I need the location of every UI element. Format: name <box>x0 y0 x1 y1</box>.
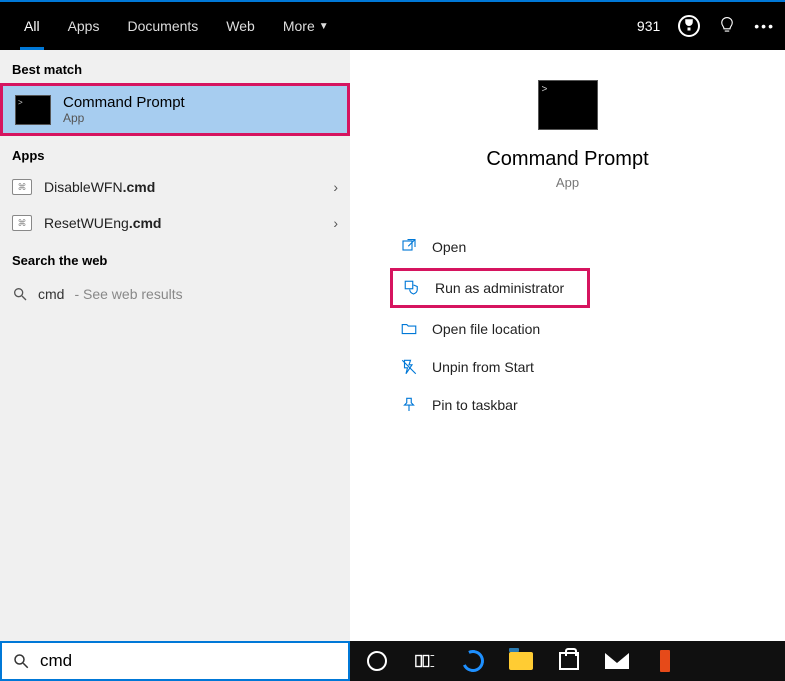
cortana-icon[interactable] <box>364 648 390 674</box>
admin-shield-icon <box>403 279 421 297</box>
open-icon <box>400 238 418 256</box>
feedback-icon[interactable] <box>718 16 736 37</box>
action-label: Open <box>432 239 466 255</box>
preview-subtitle: App <box>556 175 579 190</box>
pin-icon <box>400 396 418 414</box>
chevron-down-icon: ▼ <box>319 21 329 32</box>
section-search-web: Search the web <box>0 241 350 274</box>
app-result-name: DisableWFN.cmd <box>44 179 155 195</box>
preview-actions: Open Run as administrator Open file loca… <box>350 230 785 422</box>
unpin-icon <box>400 358 418 376</box>
results-pane: Best match Command Prompt App Apps ⌘ Dis… <box>0 50 350 641</box>
search-icon <box>12 652 30 670</box>
action-label: Pin to taskbar <box>432 397 518 413</box>
action-run-as-admin[interactable]: Run as administrator <box>390 268 590 308</box>
app-result-1[interactable]: ⌘ ResetWUEng.cmd › <box>0 205 350 241</box>
tab-more[interactable]: More ▼ <box>269 2 343 50</box>
command-prompt-icon <box>15 95 51 125</box>
action-unpin-start[interactable]: Unpin from Start <box>390 350 785 384</box>
folder-icon <box>400 320 418 338</box>
web-search-result[interactable]: cmd - See web results <box>0 274 350 314</box>
tab-web[interactable]: Web <box>212 2 269 50</box>
top-filter-bar: All Apps Documents Web More ▼ 931 ••• <box>0 0 785 50</box>
search-input[interactable] <box>40 651 338 671</box>
app-result-0[interactable]: ⌘ DisableWFN.cmd › <box>0 169 350 205</box>
best-match-title: Command Prompt <box>63 94 185 111</box>
more-options-icon[interactable]: ••• <box>754 18 775 34</box>
search-box[interactable] <box>0 641 350 681</box>
action-pin-taskbar[interactable]: Pin to taskbar <box>390 388 785 422</box>
tab-more-label: More <box>283 18 315 34</box>
action-label: Unpin from Start <box>432 359 534 375</box>
action-open[interactable]: Open <box>390 230 785 264</box>
mail-icon[interactable] <box>604 648 630 674</box>
tab-all[interactable]: All <box>10 2 54 50</box>
section-apps: Apps <box>0 136 350 169</box>
chevron-right-icon[interactable]: › <box>333 215 338 231</box>
action-label: Open file location <box>432 321 540 337</box>
chevron-right-icon[interactable]: › <box>333 179 338 195</box>
file-explorer-icon[interactable] <box>508 648 534 674</box>
filter-tabs: All Apps Documents Web More ▼ <box>10 2 343 50</box>
preview-pane: Command Prompt App Open Run as administr… <box>350 50 785 641</box>
tab-documents[interactable]: Documents <box>113 2 212 50</box>
topbar-right: 931 ••• <box>637 15 775 37</box>
store-icon[interactable] <box>556 648 582 674</box>
script-file-icon: ⌘ <box>12 215 32 231</box>
app-result-name: ResetWUEng.cmd <box>44 215 162 231</box>
web-hint: - See web results <box>74 286 182 302</box>
command-prompt-icon <box>538 80 598 130</box>
best-match-texts: Command Prompt App <box>63 94 185 125</box>
search-icon <box>12 286 28 302</box>
trophy-icon <box>680 17 698 35</box>
preview-title: Command Prompt <box>486 148 648 171</box>
task-view-icon[interactable] <box>412 648 438 674</box>
best-match-result[interactable]: Command Prompt App <box>0 83 350 136</box>
taskbar <box>350 641 785 681</box>
rewards-points: 931 <box>637 18 660 34</box>
web-query: cmd <box>38 286 64 302</box>
office-icon[interactable] <box>652 648 678 674</box>
edge-icon[interactable] <box>460 648 486 674</box>
section-best-match: Best match <box>0 50 350 83</box>
action-open-location[interactable]: Open file location <box>390 312 785 346</box>
rewards-icon[interactable] <box>678 15 700 37</box>
script-file-icon: ⌘ <box>12 179 32 195</box>
tab-apps[interactable]: Apps <box>54 2 114 50</box>
best-match-subtitle: App <box>63 111 185 125</box>
action-label: Run as administrator <box>435 280 564 296</box>
